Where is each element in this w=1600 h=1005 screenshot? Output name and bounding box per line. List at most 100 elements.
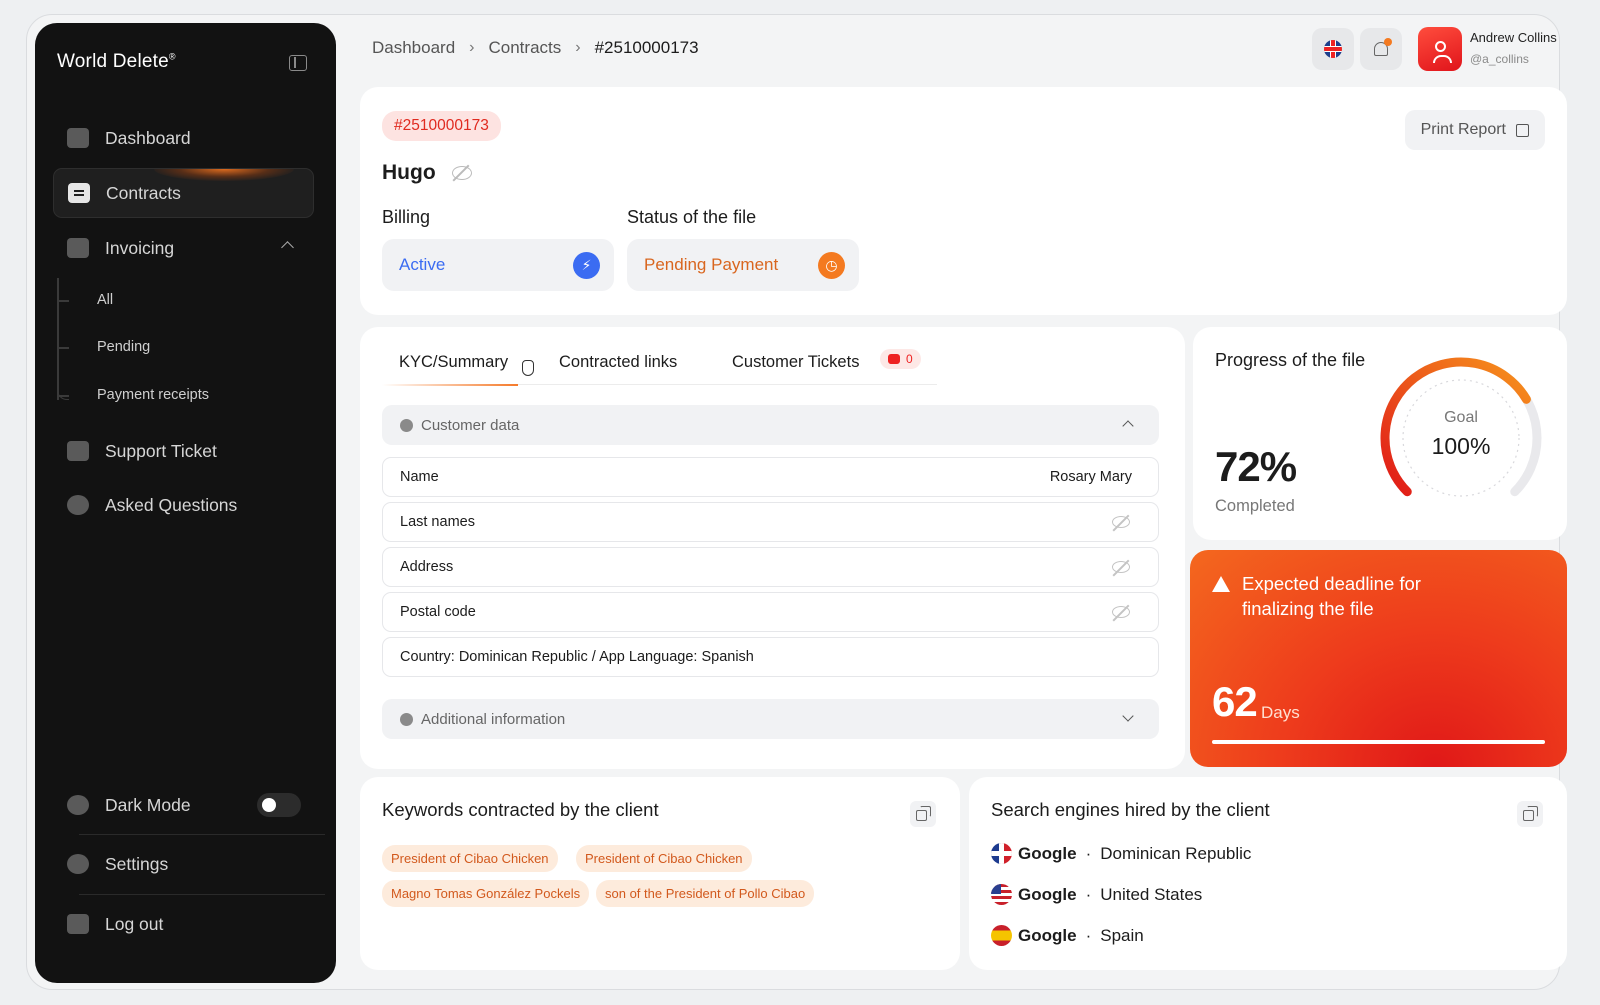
deadline-card: Expected deadline for finalizing the fil…: [1190, 550, 1567, 767]
billing-label: Billing: [382, 207, 431, 227]
file-status[interactable]: Pending Payment ◷: [627, 239, 859, 291]
file-id-badge: #2510000173: [382, 111, 501, 141]
document-icon: [68, 183, 90, 203]
sidebar-item-support-ticket[interactable]: Support Ticket: [53, 426, 314, 476]
notifications-button[interactable]: [1360, 28, 1402, 70]
progress-card: Progress of the file 72% Completed Goal …: [1193, 327, 1567, 540]
brand-logo: World Delete®: [57, 51, 176, 72]
tab-kyc-summary[interactable]: KYC/Summary: [399, 353, 508, 372]
subnav-item-pending[interactable]: Pending: [58, 339, 150, 355]
tickets-count-badge: 0: [880, 349, 921, 369]
engine-item: Google · United States: [991, 884, 1202, 905]
progress-gauge: Goal 100%: [1376, 353, 1546, 523]
customer-row-last-names: Last names: [382, 502, 1159, 542]
user-icon: [1432, 40, 1452, 63]
billing-status[interactable]: Active ⚡: [382, 239, 614, 291]
chat-icon: [888, 354, 900, 364]
chevron-down-icon: [1122, 710, 1134, 722]
breadcrumb-contracts[interactable]: Contracts: [489, 38, 562, 58]
sidebar: World Delete® Dashboard Contracts Invoic…: [35, 23, 336, 983]
sidebar-item-invoicing[interactable]: Invoicing: [53, 223, 314, 273]
info-icon: [400, 712, 413, 726]
progress-title: Progress of the file: [1215, 350, 1366, 370]
us-flag-icon: [991, 884, 1012, 905]
sidebar-item-contracts[interactable]: Contracts: [53, 168, 314, 218]
sidebar-collapse-icon[interactable]: [289, 55, 307, 71]
user-name: Andrew Collins: [1470, 30, 1557, 45]
eye-off-icon[interactable]: [1112, 516, 1130, 528]
customer-data-header[interactable]: Customer data: [382, 405, 1159, 445]
wallet-icon: [67, 128, 89, 148]
keyword-chip: President of Cibao Chicken: [382, 845, 558, 872]
progress-completed-label: Completed: [1215, 497, 1295, 515]
moon-icon: [67, 795, 89, 815]
lightning-icon: ⚡: [573, 252, 600, 279]
search-engines-card: Search engines hired by the client Googl…: [969, 777, 1567, 970]
clock-icon: ◷: [818, 252, 845, 279]
tabs: KYC/Summary Contracted links Customer Ti…: [382, 349, 937, 386]
tab-customer-tickets[interactable]: Customer Tickets: [732, 353, 859, 372]
sidebar-item-dashboard[interactable]: Dashboard: [53, 113, 314, 163]
language-button[interactable]: [1312, 28, 1354, 70]
keyword-chip: son of the President of Pollo Cibao: [596, 880, 815, 907]
additional-info-header[interactable]: Additional information: [382, 699, 1159, 739]
progress-percent: 72%: [1215, 443, 1297, 490]
warning-icon: [1212, 576, 1230, 592]
avatar[interactable]: [1418, 27, 1462, 71]
customer-row-address: Address: [382, 547, 1159, 587]
breadcrumb-dashboard[interactable]: Dashboard: [372, 38, 455, 58]
client-name: Hugo: [382, 161, 472, 185]
engine-item: Google · Dominican Republic: [991, 843, 1251, 864]
invoice-icon: [67, 238, 89, 258]
gear-icon: [67, 854, 89, 874]
notification-dot: [1384, 38, 1392, 46]
sidebar-item-logout[interactable]: Log out: [53, 899, 314, 949]
keywords-title: Keywords contracted by the client: [382, 799, 659, 820]
invoicing-subnav: All Pending Payment receipts: [57, 278, 307, 428]
deadline-text: Expected deadline for finalizing the fil…: [1242, 573, 1421, 619]
copy-icon[interactable]: [910, 801, 936, 827]
print-report-button[interactable]: Print Report: [1404, 110, 1545, 150]
question-icon: [67, 495, 89, 515]
sidebar-item-settings[interactable]: Settings: [53, 839, 314, 889]
copy-icon[interactable]: [1517, 801, 1543, 827]
subnav-item-all[interactable]: All: [58, 292, 113, 308]
chevron-right-icon: ›: [575, 39, 581, 56]
logout-icon: [67, 914, 89, 934]
keywords-card: Keywords contracted by the client Presid…: [360, 777, 960, 970]
active-tab-indicator: [382, 384, 518, 386]
kyc-card: KYC/Summary Contracted links Customer Ti…: [360, 327, 1185, 769]
keyword-chip: President of Cibao Chicken: [576, 845, 752, 872]
eye-off-icon[interactable]: [1112, 606, 1130, 618]
ticket-icon: [67, 441, 89, 461]
tab-contracted-links[interactable]: Contracted links: [559, 353, 677, 372]
dark-mode-toggle[interactable]: [257, 793, 301, 817]
keyword-chip: Magno Tomas González Pockels: [382, 880, 590, 907]
breadcrumb: Dashboard › Contracts › #2510000173: [372, 38, 699, 58]
engine-item: Google · Spain: [991, 925, 1144, 946]
engines-title: Search engines hired by the client: [991, 799, 1270, 820]
subnav-item-payment-receipts[interactable]: Payment receipts: [58, 387, 209, 403]
goal-label: Goal: [1444, 409, 1478, 426]
uk-flag-icon: [1324, 40, 1342, 58]
customer-row-country: Country: Dominican Republic / App Langua…: [382, 637, 1159, 677]
user-handle: @a_collins: [1470, 52, 1529, 66]
file-summary-card: #2510000173 Hugo Billing Active ⚡ Status…: [360, 87, 1567, 315]
eye-off-icon[interactable]: [1112, 561, 1130, 573]
file-status-label: Status of the file: [627, 207, 757, 227]
customer-row-name: Name Rosary Mary: [382, 457, 1159, 497]
user-circle-icon: [400, 418, 413, 432]
dominican-flag-icon: [991, 843, 1012, 864]
chevron-up-icon: [281, 241, 294, 254]
deadline-days: 62: [1212, 678, 1258, 725]
chevron-right-icon: ›: [469, 39, 475, 56]
eye-off-icon[interactable]: [451, 166, 472, 180]
goal-value: 100%: [1431, 433, 1491, 459]
customer-row-postal-code: Postal code: [382, 592, 1159, 632]
chevron-up-icon: [1122, 420, 1134, 432]
printer-icon: [1516, 123, 1529, 137]
deadline-days-label: Days: [1261, 703, 1300, 722]
sidebar-item-asked-questions[interactable]: Asked Questions: [53, 480, 314, 530]
deadline-progress-bar: [1212, 740, 1545, 744]
breadcrumb-current: #2510000173: [594, 38, 699, 57]
